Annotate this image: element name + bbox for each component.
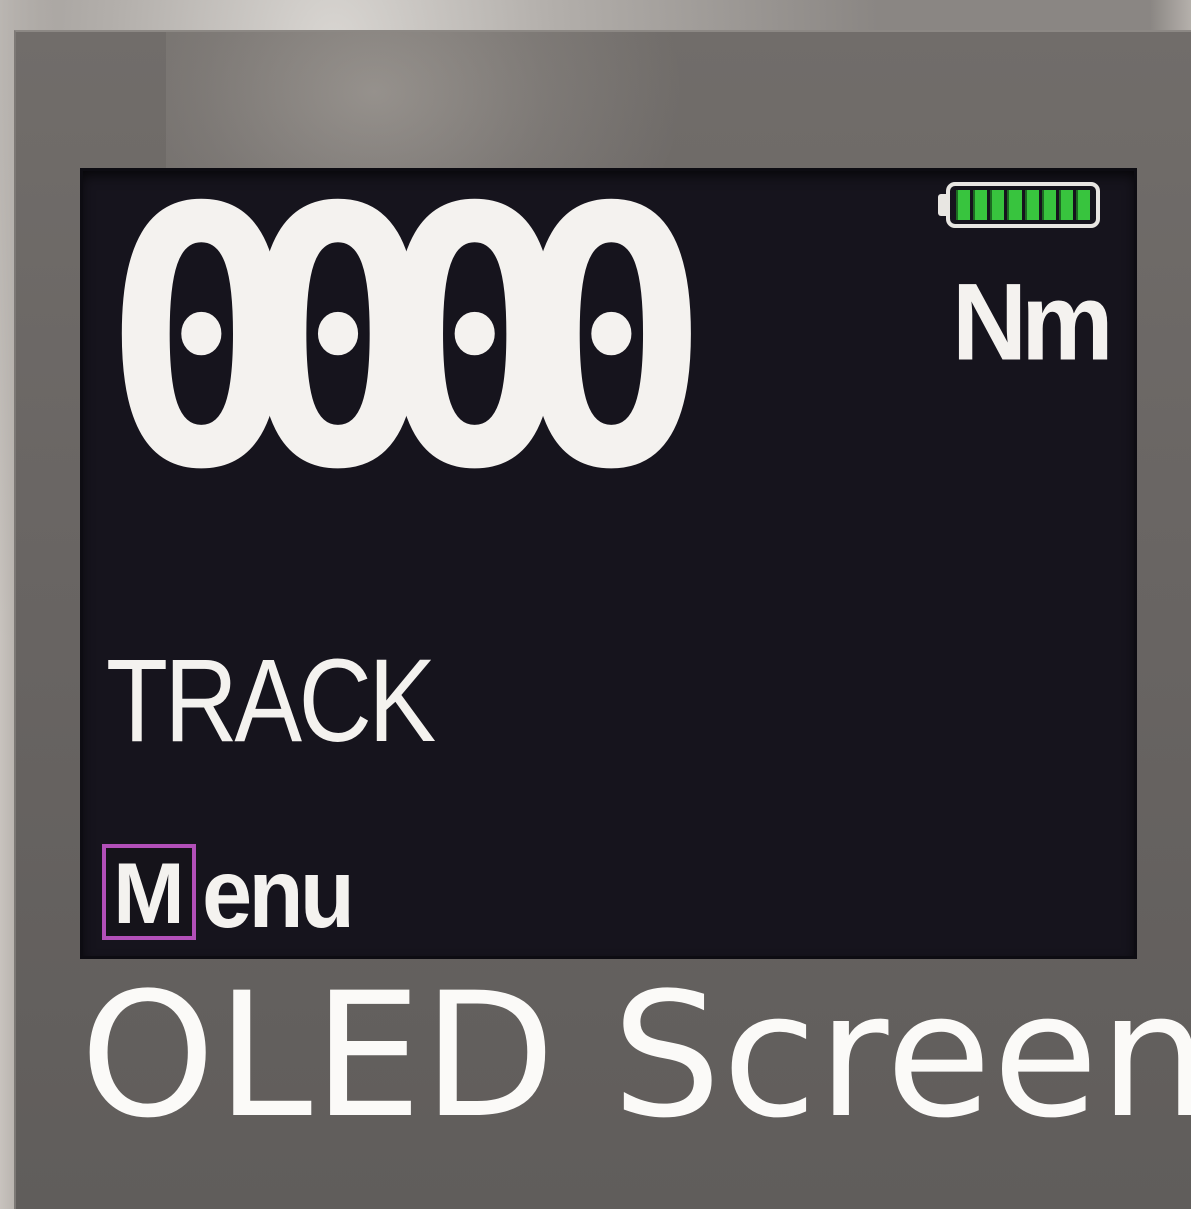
battery-cell [1075,190,1090,220]
torque-reading: 0000 [102,132,711,548]
battery-cell [1024,190,1039,220]
battery-cell [1041,190,1056,220]
battery-icon [946,182,1100,228]
battery-terminal [938,194,946,216]
battery-cell [1058,190,1073,220]
battery-cell [990,190,1005,220]
mode-label: TRACK [106,635,436,767]
oled-display: 0000 Nm TRACK M enu [80,162,1137,959]
device-bezel: 0000 Nm TRACK M enu OLED Screen [14,30,1191,1209]
caption-title: OLED Screen [80,955,1191,1156]
menu-key[interactable]: M [102,844,196,940]
unit-label: Nm [952,261,1114,384]
menu-label[interactable]: enu [202,844,355,942]
battery-cell [1007,190,1022,220]
battery-cell [973,190,988,220]
battery-cell [956,190,971,220]
menu-key-letter: M [113,846,185,942]
